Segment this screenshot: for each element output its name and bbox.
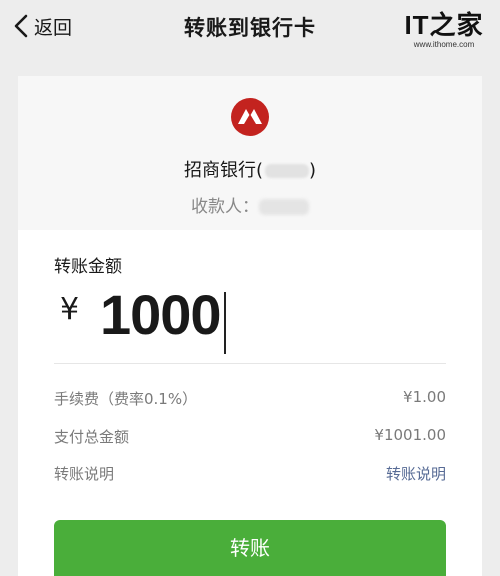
total-value: ¥1001.00 [374,426,446,444]
fee-label: 手续费（费率0.1%） [54,390,198,408]
redacted-card-number [265,164,309,178]
amount-input[interactable]: 1000 [100,282,222,347]
bank-name-text: 招商银行( [183,160,263,181]
bank-name: 招商银行() [18,156,482,182]
amount-label: 转账金额 [54,257,122,277]
redacted-payee-name [259,199,309,215]
bank-name-suffix: ) [309,160,317,181]
cmb-bank-logo-icon [231,98,269,136]
watermark-logo: IT之家 [404,10,484,40]
transfer-panel: 转账金额 ¥ 1000 手续费（费率0.1%） ¥1.00 支付总金额 ¥100… [18,230,482,576]
watermark-url: www.ithome.com [413,40,475,49]
watermark: IT之家 www.ithome.com [402,10,486,49]
divider [54,363,446,364]
text-caret [224,292,226,354]
remark-label: 转账说明 [54,465,115,483]
remark-row: 转账说明 转账说明 [54,463,446,485]
currency-symbol: ¥ [60,292,80,327]
payee: 收款人： [18,192,482,217]
payee-label: 收款人： [191,197,259,217]
bank-card: 招商银行() 收款人： [18,76,482,230]
remark-link[interactable]: 转账说明 [386,463,446,484]
total-row: 支付总金额 ¥1001.00 [54,426,446,448]
transfer-button[interactable]: 转账 [54,520,446,576]
fee-value: ¥1.00 [403,388,446,406]
fee-row: 手续费（费率0.1%） ¥1.00 [54,388,446,410]
total-label: 支付总金额 [54,428,130,446]
nav-bar: 返回 转账到银行卡 IT之家 www.ithome.com [0,0,500,52]
